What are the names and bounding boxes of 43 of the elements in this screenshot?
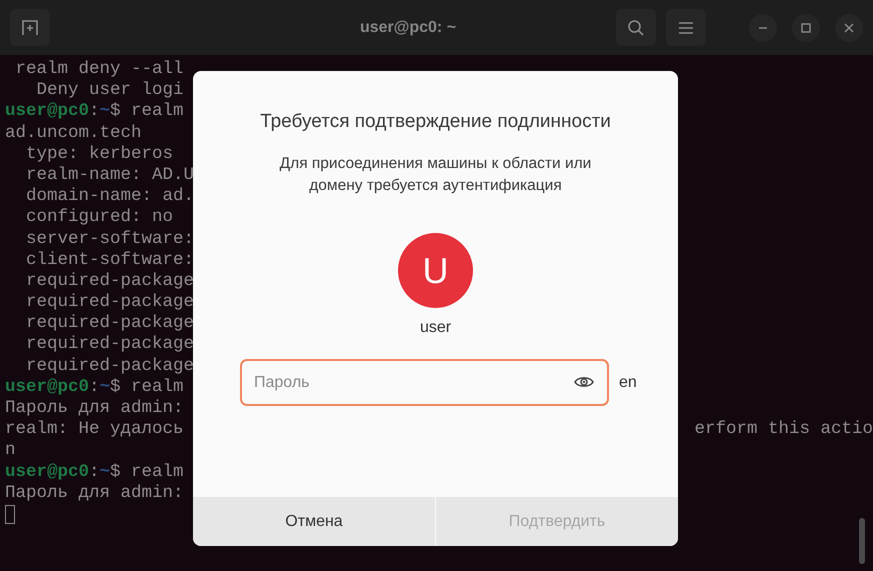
eye-icon[interactable]: [574, 375, 594, 389]
menu-button[interactable]: [666, 9, 706, 46]
dialog-message: Для присоединения машины к области или домену требуется аутентификация: [278, 154, 592, 196]
terminal-line: user@pc0:~$ realm: [5, 101, 185, 123]
terminal-line: required-package: [25, 270, 193, 292]
maximize-button[interactable]: [792, 14, 820, 42]
keyboard-layout-indicator[interactable]: en: [619, 374, 637, 392]
window-title: user@pc0: ~: [358, 18, 458, 36]
maximize-icon: [801, 22, 811, 32]
new-tab-icon: [21, 18, 39, 36]
terminal-line: required-package: [25, 334, 193, 356]
terminal-line: client-software:: [25, 250, 193, 271]
terminal-line: user@pc0:~$ realm: [5, 376, 185, 398]
close-icon: [844, 22, 854, 32]
scrollbar[interactable]: [859, 518, 865, 564]
search-icon: [627, 18, 645, 36]
user-name: user: [420, 319, 452, 337]
terminal-cursor: [5, 504, 15, 524]
terminal-line: erform this actio: [694, 419, 873, 440]
terminal-line: realm: Не удалось: [5, 419, 185, 440]
terminal-line: required-package: [25, 292, 193, 314]
terminal-line: required-package: [25, 356, 193, 377]
menu-icon: [678, 20, 694, 34]
terminal-line: ad.uncom.tech: [5, 122, 143, 144]
terminal-line: Пароль для admin:: [5, 482, 185, 504]
terminal-line: user@pc0:~$ realm: [5, 462, 185, 483]
new-tab-button[interactable]: [10, 9, 50, 46]
terminal-line: required-package: [25, 313, 193, 334]
user-avatar: U: [398, 233, 473, 308]
minimize-icon: [759, 26, 767, 28]
dialog-title: Требуется подтверждение подлинности: [260, 111, 611, 133]
terminal-line: realm deny --all: [14, 59, 185, 80]
terminal-line: configured: no: [25, 207, 174, 228]
terminal-line: Пароль для admin:: [5, 398, 185, 420]
password-field[interactable]: Пароль: [240, 359, 609, 406]
terminal-line: Deny user logi: [36, 80, 185, 102]
terminal-line: type: kerberos: [25, 144, 174, 165]
terminal-line: n: [5, 440, 17, 462]
terminal-line: realm-name: AD.U: [25, 164, 193, 186]
search-button[interactable]: [616, 9, 656, 46]
terminal-line: server-software:: [25, 228, 193, 250]
terminal-line: domain-name: ad.: [25, 186, 193, 208]
close-button[interactable]: [835, 14, 863, 42]
